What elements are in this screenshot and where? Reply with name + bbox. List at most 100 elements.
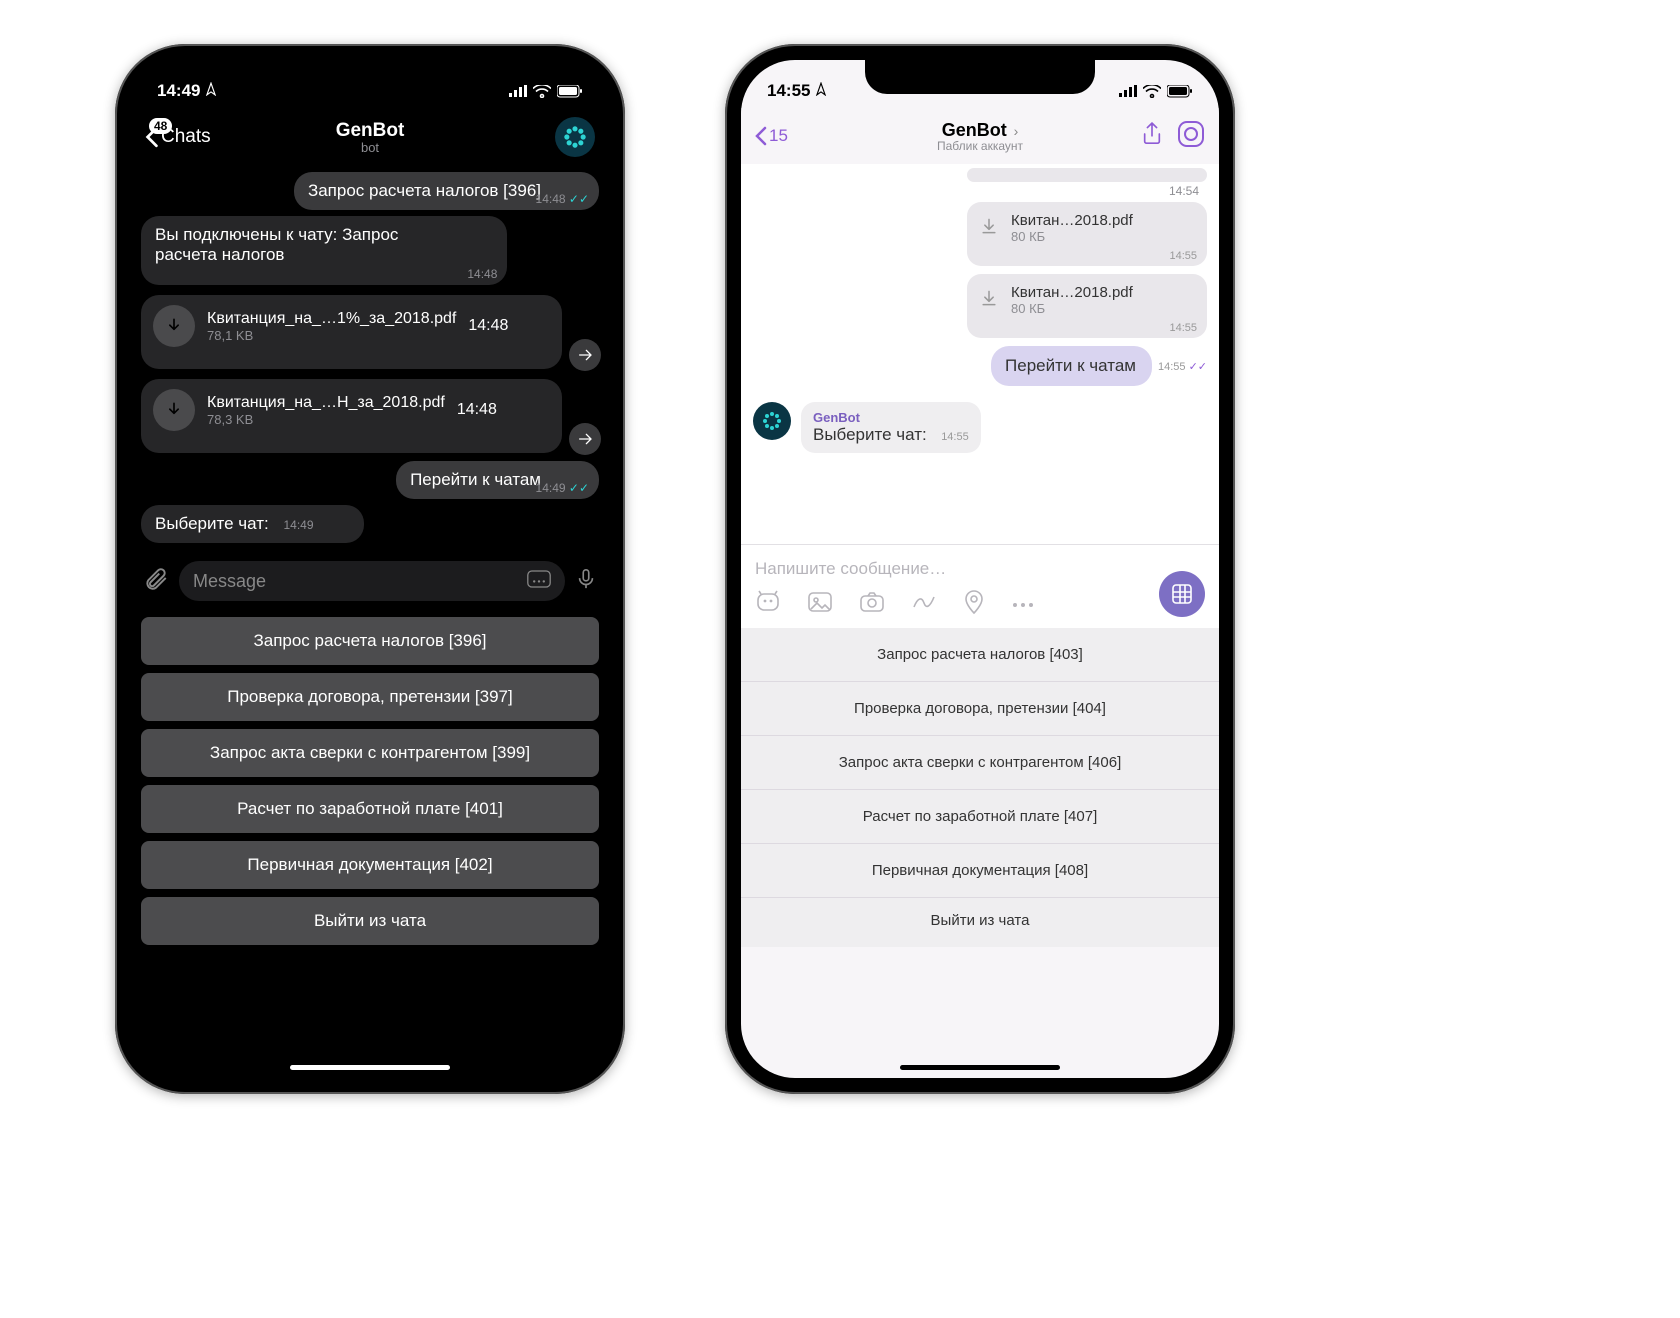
sticker-icon[interactable] xyxy=(527,569,551,594)
back-button[interactable]: 15 xyxy=(755,126,788,146)
message-text: Перейти к чатам xyxy=(1005,356,1136,375)
message-out[interactable]: Перейти к чатам 14:49 ✓✓ xyxy=(396,461,599,499)
message-time: 14:55 ✓✓ xyxy=(1158,360,1207,373)
check-icon: ✓✓ xyxy=(569,481,589,495)
file-size: 80 КБ xyxy=(1011,229,1133,244)
wifi-icon xyxy=(1143,85,1161,98)
kb-button[interactable]: Расчет по заработной плате [401] xyxy=(141,785,599,833)
battery-icon xyxy=(557,85,583,98)
kb-button[interactable]: Выйти из чата xyxy=(141,897,599,945)
message-fragment xyxy=(967,168,1207,182)
message-list[interactable]: Запрос расчета налогов [396] 14:48 ✓✓ Вы… xyxy=(131,166,609,549)
message-time: 14:55 xyxy=(1169,322,1197,334)
mic-icon[interactable] xyxy=(575,566,597,597)
status-time: 14:49 xyxy=(157,81,200,101)
back-count: 15 xyxy=(769,126,788,146)
message-time: 14:54 xyxy=(753,184,1207,198)
sender-name: GenBot xyxy=(813,410,969,425)
bot-keyboard: Запрос расчета налогов [403] Проверка до… xyxy=(741,628,1219,947)
message-text: Вы подключены к чату: Запрос расчета нал… xyxy=(155,225,398,264)
kb-button[interactable]: Запрос акта сверки с контрагентом [406] xyxy=(741,736,1219,790)
file-size: 80 КБ xyxy=(1011,301,1133,316)
message-time: 14:55 xyxy=(1169,250,1197,262)
file-message[interactable]: Квитанция_на_…1%_за_2018.pdf 78,1 KB 14:… xyxy=(141,295,562,369)
camera-icon[interactable] xyxy=(859,591,885,618)
location-icon[interactable] xyxy=(963,589,985,620)
share-icon[interactable] xyxy=(1141,121,1163,152)
file-name: Квитанция_на_…1%_за_2018.pdf xyxy=(207,310,456,328)
message-in[interactable]: GenBot Выберите чат: 14:55 xyxy=(801,402,981,453)
kb-button[interactable]: Расчет по заработной плате [407] xyxy=(741,790,1219,844)
download-icon[interactable] xyxy=(979,216,999,241)
forward-button[interactable] xyxy=(569,423,601,455)
doodle-icon[interactable] xyxy=(911,591,937,618)
signal-icon xyxy=(509,85,527,97)
grid-button[interactable] xyxy=(1159,571,1205,617)
home-indicator[interactable] xyxy=(290,1065,450,1070)
back-button[interactable]: 48 Chats xyxy=(145,126,211,148)
message-text: Перейти к чатам xyxy=(410,470,541,489)
wifi-icon xyxy=(533,85,551,98)
file-size: 78,1 KB xyxy=(207,328,456,343)
home-indicator[interactable] xyxy=(900,1065,1060,1070)
kb-button[interactable]: Первичная документация [408] xyxy=(741,844,1219,898)
chat-title-area[interactable]: GenBot › Паблик аккаунт xyxy=(937,120,1023,153)
chat-subtitle: Паблик аккаунт xyxy=(937,139,1023,153)
download-icon[interactable] xyxy=(153,305,195,347)
download-icon[interactable] xyxy=(979,288,999,313)
chat-title: GenBot xyxy=(942,120,1007,140)
bot-keyboard: Запрос расчета налогов [396] Проверка до… xyxy=(131,609,609,973)
file-name: Квитан…2018.pdf xyxy=(1011,212,1133,229)
status-time: 14:55 xyxy=(767,81,810,101)
battery-icon xyxy=(1167,85,1193,98)
avatar[interactable] xyxy=(753,402,791,440)
more-icon[interactable] xyxy=(1011,596,1035,614)
forward-button[interactable] xyxy=(569,339,601,371)
message-placeholder: Message xyxy=(193,571,266,592)
phone-telegram: 14:49 48 Chat xyxy=(115,44,625,1094)
file-message[interactable]: Квитанция_на_…Н_за_2018.pdf 78,3 KB 14:4… xyxy=(141,379,562,453)
unread-badge: 48 xyxy=(149,118,172,134)
download-icon[interactable] xyxy=(153,389,195,431)
gallery-icon[interactable] xyxy=(807,591,833,618)
kb-button[interactable]: Проверка договора, претензии [397] xyxy=(141,673,599,721)
avatar[interactable] xyxy=(555,117,595,157)
phone-viber: 14:55 15 GenBot › xyxy=(725,44,1235,1094)
message-out[interactable]: Перейти к чатам xyxy=(991,346,1152,386)
check-icon: ✓✓ xyxy=(1189,361,1207,373)
kb-button[interactable]: Выйти из чата xyxy=(741,898,1219,947)
notch xyxy=(255,60,485,94)
kb-button[interactable]: Запрос акта сверки с контрагентом [399] xyxy=(141,729,599,777)
message-in[interactable]: Вы подключены к чату: Запрос расчета нал… xyxy=(141,216,507,285)
smiley-icon[interactable] xyxy=(755,589,781,620)
message-in[interactable]: Выберите чат: 14:49 xyxy=(141,505,364,543)
kb-button[interactable]: Запрос расчета налогов [403] xyxy=(741,628,1219,682)
attach-icon[interactable] xyxy=(143,566,169,597)
kb-button[interactable]: Первичная документация [402] xyxy=(141,841,599,889)
message-text: Запрос расчета налогов [396] xyxy=(308,181,541,200)
chevron-right-icon: › xyxy=(1010,123,1019,139)
message-out[interactable]: Запрос расчета налогов [396] 14:48 ✓✓ xyxy=(294,172,599,210)
message-text: Выберите чат: xyxy=(813,425,927,444)
notch xyxy=(865,60,1095,94)
chat-title[interactable]: GenBot xyxy=(336,120,405,142)
compose-bar: Message xyxy=(131,553,609,609)
kb-button[interactable]: Проверка договора, претензии [404] xyxy=(741,682,1219,736)
message-time: 14:55 xyxy=(941,431,969,443)
file-name: Квитан…2018.pdf xyxy=(1011,284,1133,301)
chat-header: 15 GenBot › Паблик аккаунт xyxy=(741,108,1219,164)
message-input[interactable]: Напишите сообщение… xyxy=(755,555,1205,589)
kb-button[interactable]: Запрос расчета налогов [396] xyxy=(141,617,599,665)
signal-icon xyxy=(1119,85,1137,97)
chat-header: 48 Chats GenBot bot xyxy=(131,108,609,166)
file-size: 78,3 KB xyxy=(207,412,445,427)
message-input[interactable]: Message xyxy=(179,561,565,601)
chat-subtitle: bot xyxy=(336,140,405,155)
file-message[interactable]: Квитан…2018.pdf 80 КБ 14:55 xyxy=(967,274,1207,338)
message-text: Выберите чат: xyxy=(155,514,269,533)
message-list[interactable]: 14:54 Квитан…2018.pdf 80 КБ 14:55 Квитан… xyxy=(741,164,1219,544)
compose-bar: Напишите сообщение… xyxy=(741,544,1219,628)
check-icon: ✓✓ xyxy=(569,192,589,206)
file-message[interactable]: Квитан…2018.pdf 80 КБ 14:55 xyxy=(967,202,1207,266)
viber-icon[interactable] xyxy=(1177,120,1205,153)
